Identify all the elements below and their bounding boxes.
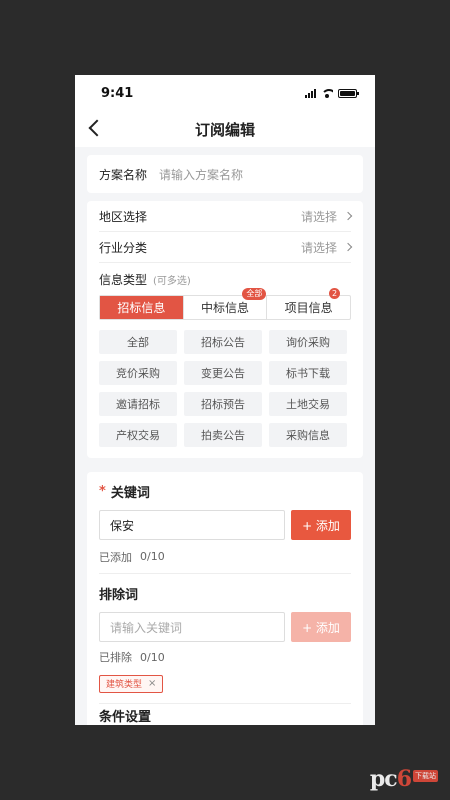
industry-select-row[interactable]: 行业分类 请选择	[99, 232, 353, 263]
chip[interactable]: 采购信息	[269, 423, 347, 447]
exclude-title: 排除词	[99, 587, 139, 603]
conditions-title: 条件设置	[99, 710, 152, 725]
info-type-tabs: 招标信息 中标信息 全部 项目信息 2	[99, 288, 351, 320]
chip[interactable]: 拍卖公告	[184, 423, 262, 447]
status-bar: 9:41	[75, 75, 375, 111]
keyword-title: * 关键词	[99, 483, 150, 501]
info-type-header: 信息类型 (可多选)	[99, 263, 351, 295]
keyword-card: * 关键词 保安 + 添加 已添加 0/10 排除词 请输入关键词 + 添加 已…	[87, 472, 363, 725]
wifi-icon	[321, 88, 333, 98]
chevron-right-icon	[343, 242, 353, 252]
chip[interactable]: 招标预告	[184, 392, 262, 416]
tab-badge: 全部	[242, 288, 267, 300]
phone-screen: 9:41 订阅编辑 方案名称 请输入方案名称 地区选择 请选择 行业分类 请选择…	[75, 75, 375, 725]
back-arrow-icon[interactable]	[88, 119, 106, 137]
chip[interactable]: 变更公告	[184, 361, 262, 385]
region-select-row[interactable]: 地区选择 请选择	[99, 201, 353, 232]
info-type-hint: (可多选)	[153, 275, 191, 287]
industry-value: 请选择	[300, 240, 337, 255]
info-type-label: 信息类型	[99, 272, 148, 287]
region-value: 请选择	[300, 209, 337, 224]
close-icon[interactable]: ×	[148, 678, 156, 689]
exclude-input[interactable]: 请输入关键词	[99, 612, 285, 642]
keyword-input-row: 保安 + 添加	[99, 510, 351, 540]
add-exclude-button[interactable]: + 添加	[291, 612, 351, 642]
chip[interactable]: 竞价采购	[99, 361, 177, 385]
info-type-chips: 全部 招标公告 询价采购 竞价采购 变更公告 标书下载 邀请招标 招标预告 土地…	[87, 320, 363, 457]
chevron-right-icon	[343, 211, 353, 221]
plan-name-field[interactable]: 方案名称 请输入方案名称	[87, 155, 363, 193]
keyword-count: 已添加 0/10	[99, 540, 351, 574]
signal-icon	[305, 88, 316, 98]
status-time: 9:41	[101, 85, 134, 101]
tab-badge: 2	[329, 288, 341, 299]
filter-card: 地区选择 请选择 行业分类 请选择 信息类型 (可多选) 招标信息 中标信息 全部…	[87, 201, 363, 458]
keyword-input[interactable]: 保安	[99, 510, 285, 540]
required-mark: *	[99, 483, 106, 499]
battery-icon	[338, 88, 359, 98]
region-label: 地区选择	[99, 209, 148, 224]
exclude-input-row: 请输入关键词 + 添加	[99, 612, 351, 642]
chip[interactable]: 招标公告	[184, 330, 262, 354]
exclude-tags: 建筑类型 ×	[99, 672, 351, 693]
nav-bar: 订阅编辑	[75, 111, 375, 147]
watermark-logo: pc6 下载站	[369, 766, 438, 792]
chip[interactable]: 产权交易	[99, 423, 177, 447]
chip[interactable]: 土地交易	[269, 392, 347, 416]
chip[interactable]: 邀请招标	[99, 392, 177, 416]
tab-project-info[interactable]: 项目信息 2	[266, 288, 350, 319]
chip[interactable]: 标书下载	[269, 361, 347, 385]
status-icons	[305, 88, 359, 98]
tab-award-info[interactable]: 中标信息 全部	[182, 288, 267, 319]
tab-bidding-info[interactable]: 招标信息	[100, 296, 183, 319]
exclude-tag[interactable]: 建筑类型 ×	[99, 674, 164, 693]
chip[interactable]: 全部	[99, 330, 177, 354]
exclude-count: 已排除 0/10	[99, 650, 165, 665]
add-keyword-button[interactable]: + 添加	[291, 510, 351, 540]
plan-name-input[interactable]: 请输入方案名称	[159, 166, 243, 183]
chip[interactable]: 询价采购	[269, 330, 347, 354]
industry-label: 行业分类	[99, 240, 148, 255]
page-title: 订阅编辑	[194, 120, 255, 139]
plan-name-label: 方案名称	[99, 167, 148, 182]
